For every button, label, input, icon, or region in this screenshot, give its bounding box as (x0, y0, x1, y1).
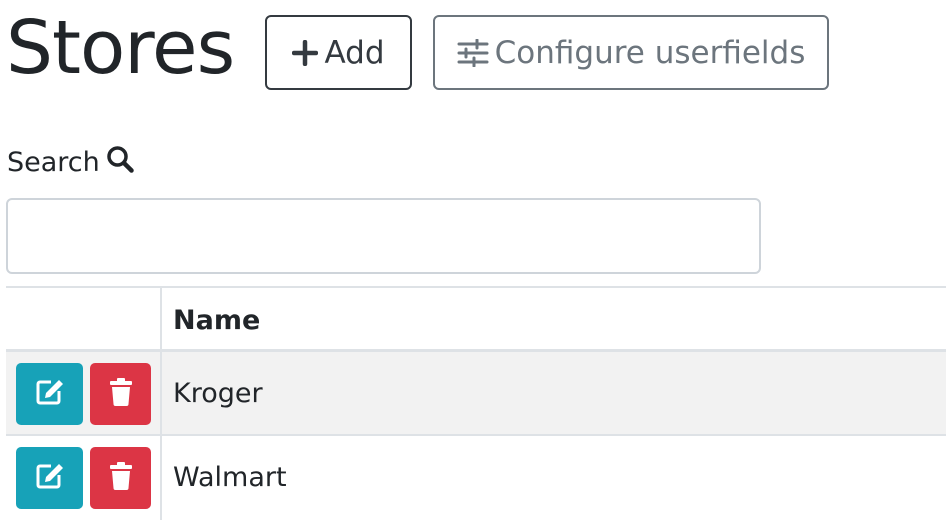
search-label: Search (7, 143, 134, 181)
edit-icon (35, 462, 65, 494)
search-icon (106, 145, 134, 180)
column-divider (160, 436, 162, 520)
delete-button[interactable] (90, 363, 151, 425)
configure-userfields-button[interactable]: Configure userfields (433, 15, 829, 90)
add-button[interactable]: Add (265, 15, 412, 90)
edit-icon (35, 378, 65, 410)
page-title: Stores (6, 5, 235, 91)
table-row: Walmart (6, 436, 946, 520)
store-name: Walmart (173, 461, 287, 493)
trash-icon (109, 378, 133, 410)
edit-button[interactable] (16, 363, 83, 425)
edit-button[interactable] (16, 447, 83, 509)
configure-userfields-label: Configure userfields (494, 34, 806, 71)
table-row: Kroger (6, 352, 946, 436)
table-header-row: Name (6, 286, 946, 352)
search-label-text: Search (7, 146, 100, 178)
trash-icon (109, 462, 133, 494)
search-input[interactable] (6, 198, 761, 274)
column-divider (160, 288, 162, 349)
column-divider (160, 352, 162, 434)
sliders-icon (457, 38, 489, 67)
column-header-name[interactable]: Name (173, 288, 260, 352)
store-name: Kroger (173, 377, 263, 409)
delete-button[interactable] (90, 447, 151, 509)
add-button-label: Add (324, 34, 385, 71)
stores-table: Name Kroger Walmart (6, 286, 946, 520)
plus-icon (292, 39, 319, 66)
